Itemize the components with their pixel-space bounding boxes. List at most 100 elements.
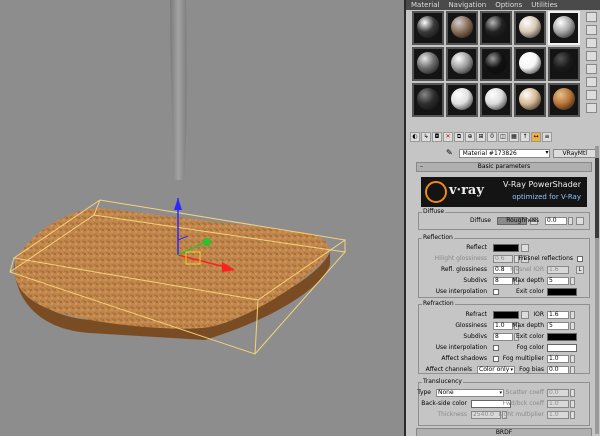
editor-scrollbar[interactable] <box>595 146 599 434</box>
fog-multiplier-spinner[interactable] <box>570 355 575 363</box>
refract-map-button[interactable] <box>521 311 529 319</box>
material-slot[interactable] <box>514 83 546 117</box>
scatter-coeff-input[interactable]: 0.0 <box>547 389 569 397</box>
thickness-label: Thickness <box>437 411 467 418</box>
options-icon[interactable] <box>586 90 597 100</box>
material-type-button[interactable]: VRayMtl <box>553 148 596 158</box>
fog-bias-spinner[interactable] <box>570 366 575 374</box>
uv-tiling-icon[interactable] <box>586 51 597 61</box>
material-slot[interactable] <box>480 47 512 81</box>
make-preview-icon[interactable] <box>586 77 597 87</box>
material-slot[interactable] <box>514 11 546 45</box>
refr-interpolation-checkbox[interactable] <box>493 345 499 351</box>
select-by-material-icon[interactable] <box>586 103 597 113</box>
affect-shadows-checkbox[interactable] <box>493 356 499 362</box>
show-map-icon[interactable]: ◫ <box>498 131 508 142</box>
put-to-scene-icon[interactable]: ↳ <box>421 131 431 142</box>
material-name-field[interactable]: Material #173826 <box>458 148 551 158</box>
material-slot[interactable] <box>412 47 444 81</box>
refl-interpolation-checkbox[interactable] <box>493 289 499 295</box>
material-editor-panel: Material Navigation Options Utilities ◐ … <box>404 0 600 436</box>
get-material-icon[interactable]: ◐ <box>410 131 420 142</box>
refr-exit-color-swatch[interactable] <box>547 333 577 341</box>
refl-max-depth-spinner[interactable] <box>570 277 575 285</box>
go-forward-sibling-icon[interactable]: ↔ <box>531 131 541 142</box>
material-slot[interactable] <box>548 47 580 81</box>
fog-color-swatch[interactable] <box>547 344 577 352</box>
material-slot[interactable] <box>514 47 546 81</box>
translucency-type-dropdown[interactable]: None <box>436 389 504 397</box>
menu-navigation[interactable]: Navigation <box>448 0 486 10</box>
refr-subdivs-input[interactable]: 8 <box>493 333 513 341</box>
refr-max-depth-input[interactable]: 5 <box>547 322 569 330</box>
video-check-icon[interactable] <box>586 64 597 74</box>
ior-spinner[interactable] <box>570 311 575 319</box>
material-slot[interactable] <box>446 83 478 117</box>
refl-subdivs-input[interactable]: 8 <box>493 277 513 285</box>
show-end-result-icon[interactable]: ▦ <box>509 131 519 142</box>
material-slot[interactable] <box>548 11 580 45</box>
material-slot[interactable] <box>412 11 444 45</box>
refr-max-depth-spinner[interactable] <box>570 322 575 330</box>
ior-label: IOR <box>533 311 544 318</box>
pole-mesh <box>170 0 187 180</box>
sample-type-icon[interactable] <box>586 12 597 22</box>
reflect-swatch[interactable] <box>493 244 519 252</box>
material-slot[interactable] <box>446 11 478 45</box>
material-slot[interactable] <box>480 83 512 117</box>
light-multiplier-input[interactable]: 1.0 <box>547 411 569 419</box>
fresnel-reflections-checkbox[interactable] <box>577 256 583 262</box>
put-to-library-icon[interactable]: ⊞ <box>476 131 486 142</box>
vray-logo-icon <box>425 181 447 203</box>
viewport-canvas[interactable] <box>0 0 404 436</box>
menu-bar: Material Navigation Options Utilities <box>406 0 600 10</box>
menu-utilities[interactable]: Utilities <box>531 0 557 10</box>
fwd-bck-spinner[interactable] <box>570 400 575 408</box>
refract-swatch[interactable] <box>493 311 519 319</box>
material-slot[interactable] <box>412 83 444 117</box>
assign-to-selection-icon[interactable]: ◘ <box>432 131 442 142</box>
light-multiplier-spinner[interactable] <box>570 411 575 419</box>
material-slot[interactable] <box>480 11 512 45</box>
fog-multiplier-input[interactable]: 1.0 <box>547 355 569 363</box>
menu-material[interactable]: Material <box>411 0 439 10</box>
material-id-icon[interactable]: 0 <box>487 131 497 142</box>
roughness-spinner[interactable] <box>568 217 573 225</box>
reflect-map-button[interactable] <box>521 244 529 252</box>
reset-map-icon[interactable]: ✕ <box>443 131 453 142</box>
material-slot[interactable] <box>446 47 478 81</box>
refl-max-depth-input[interactable]: 5 <box>547 277 569 285</box>
background-icon[interactable] <box>586 38 597 48</box>
copy-material-icon[interactable]: ⧉ <box>454 131 464 142</box>
make-unique-icon[interactable]: ⊕ <box>465 131 475 142</box>
fwd-bck-coeff-input[interactable]: 1.0 <box>547 400 569 408</box>
fresnel-lock-button[interactable]: L <box>576 266 584 274</box>
tile-sphere-icon <box>417 88 439 110</box>
fresnel-ior-input[interactable]: 1.6 <box>547 266 569 274</box>
brdf-rollout[interactable]: BRDF <box>416 428 592 436</box>
roughness-map-button[interactable] <box>576 217 584 225</box>
go-to-parent-icon[interactable]: ↑ <box>520 131 530 142</box>
reflect-label: Reflect <box>466 244 487 251</box>
scatter-spinner[interactable] <box>570 389 575 397</box>
roughness-input[interactable]: 0.0 <box>545 217 567 225</box>
menu-options[interactable]: Options <box>495 0 522 10</box>
eyedropper-icon[interactable]: ✎ <box>446 148 456 158</box>
backlight-icon[interactable] <box>586 25 597 35</box>
thickness-input[interactable]: 2540.0 <box>471 411 501 419</box>
fog-bias-input[interactable]: 0.0 <box>547 366 569 374</box>
ior-input[interactable]: 1.6 <box>547 311 569 319</box>
viewport-perspective[interactable] <box>0 0 404 436</box>
hilight-glossiness-input[interactable]: 0.6 <box>493 255 513 263</box>
basic-parameters-rollout[interactable]: – Basic parameters <box>416 162 592 172</box>
translucency-group: Translucency Type None Scatter coeff 0.0… <box>417 378 590 426</box>
refr-glossiness-input[interactable]: 1.0 <box>493 322 513 330</box>
checker-sphere-icon <box>451 16 473 38</box>
refl-exit-color-swatch[interactable] <box>547 288 577 296</box>
group-label: Diffuse <box>422 208 446 215</box>
scrollbar-thumb[interactable] <box>595 158 599 238</box>
affect-channels-dropdown[interactable]: Color only <box>477 366 515 374</box>
material-slot[interactable] <box>548 83 580 117</box>
material-navigator-icon[interactable]: ≡ <box>542 131 552 142</box>
fresnel-ior-label: Fresnel IOR <box>510 266 544 273</box>
